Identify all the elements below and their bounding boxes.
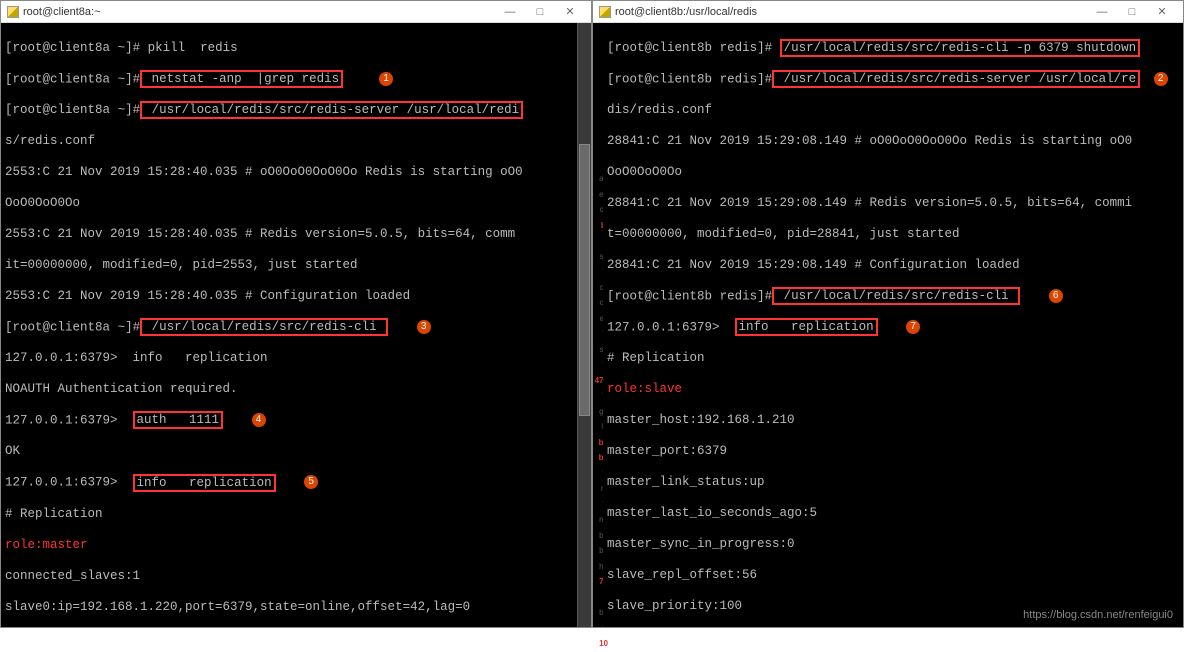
badge-3: 3 [417,320,431,334]
scrollbar-left[interactable] [577,23,591,627]
badge-7: 7 [906,320,920,334]
cmd-box-shutdown: /usr/local/redis/src/redis-cli -p 6379 s… [780,39,1141,57]
minimize-button[interactable]: — [1087,2,1117,22]
cmd-box-redis-cli-r: /usr/local/redis/src/redis-cli [772,287,1020,305]
window-title-left: root@client8a:~ [23,6,495,18]
close-button[interactable]: ✕ [555,2,585,22]
terminal-window-left: root@client8a:~ — □ ✕ [root@client8a ~]#… [0,0,592,628]
maximize-button[interactable]: □ [1117,2,1147,22]
terminal-window-right: root@client8b:/usr/local/redis — □ ✕ ane… [592,0,1184,628]
terminal-left[interactable]: [root@client8a ~]# pkill redis [root@cli… [1,23,591,627]
maximize-button[interactable]: □ [525,2,555,22]
cmd-box-auth: auth 1111 [133,411,224,429]
badge-1: 1 [379,72,393,86]
cmd-box-redis-server: /usr/local/redis/src/redis-server /usr/l… [140,101,523,119]
cmd-box-redis-cli: /usr/local/redis/src/redis-cli [140,318,388,336]
titlebar-left[interactable]: root@client8a:~ — □ ✕ [1,1,591,23]
cmd-box-info-rep: info replication [133,474,276,492]
badge-5: 5 [304,475,318,489]
minimize-button[interactable]: — [495,2,525,22]
badge-2: 2 [1154,72,1168,86]
cmd-box-info-rep-r: info replication [735,318,878,336]
cmd-box-netstat: netstat -anp |grep redis [140,70,343,88]
window-title-right: root@client8b:/usr/local/redis [615,6,1087,18]
window-controls-right: — □ ✕ [1087,2,1177,22]
role-slave: role:slave [607,382,682,396]
scrollbar-thumb-left[interactable] [579,144,590,416]
window-controls-left: — □ ✕ [495,2,585,22]
titlebar-right[interactable]: root@client8b:/usr/local/redis — □ ✕ [593,1,1183,23]
terminal-right[interactable]: [root@client8b redis]# /usr/local/redis/… [603,23,1183,627]
role-master: role:master [5,538,88,552]
putty-icon [7,6,19,18]
watermark-text: https://blog.csdn.net/renfeigui0 [1023,609,1173,621]
badge-4: 4 [252,413,266,427]
close-button[interactable]: ✕ [1147,2,1177,22]
badge-6: 6 [1049,289,1063,303]
putty-icon [599,6,611,18]
cmd-box-redis-server-r: /usr/local/redis/src/redis-server /usr/l… [772,70,1140,88]
